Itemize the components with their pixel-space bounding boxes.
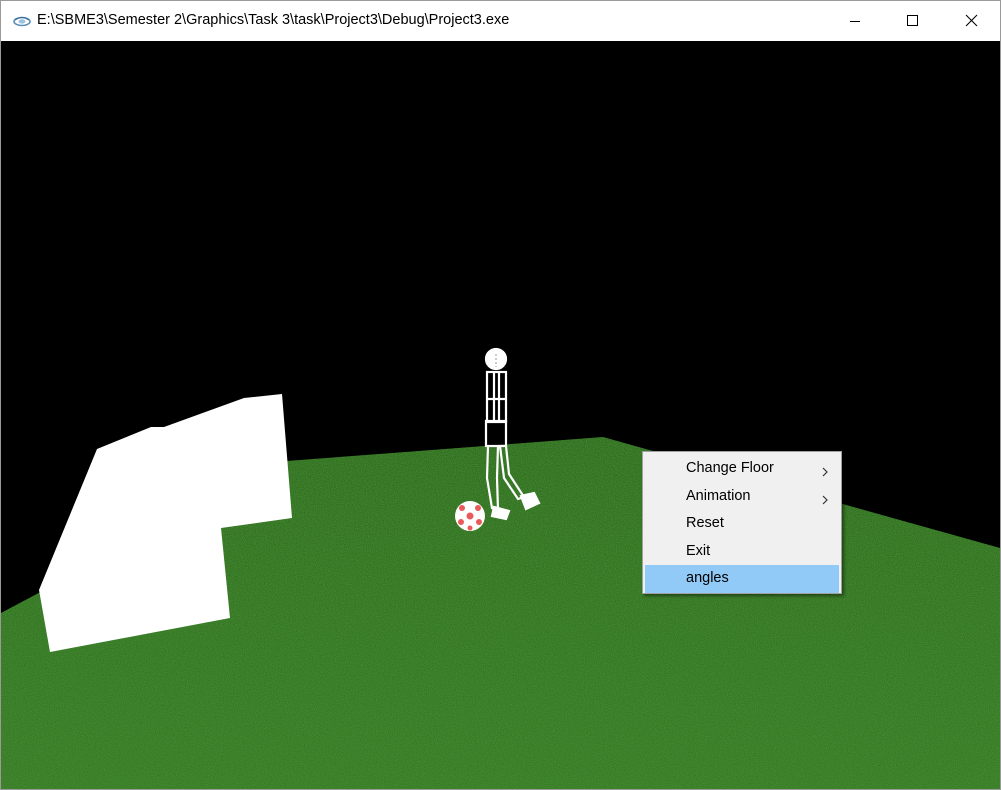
menu-item-exit[interactable]: Exit (645, 538, 839, 566)
maximize-button[interactable] (884, 1, 942, 41)
menu-item-change-floor[interactable]: Change Floor (645, 455, 839, 483)
menu-item-animation[interactable]: Animation (645, 483, 839, 511)
menu-item-label: Exit (686, 542, 711, 559)
minimize-button[interactable] (826, 1, 884, 41)
close-button[interactable] (942, 1, 1000, 41)
app-window: E:\SBME3\Semester 2\Graphics\Task 3\task… (0, 0, 1001, 790)
opengl-viewport[interactable] (1, 41, 1000, 789)
chevron-right-icon (821, 492, 829, 504)
window-title: E:\SBME3\Semester 2\Graphics\Task 3\task… (37, 12, 510, 28)
menu-item-reset[interactable]: Reset (645, 510, 839, 538)
menu-item-label: Reset (686, 515, 724, 531)
menu-item-label: Animation (686, 487, 751, 504)
menu-item-label: Change Floor (686, 460, 774, 476)
scene-canvas (1, 347, 1000, 789)
menu-item-label: angles (686, 570, 729, 586)
soccer-ball (455, 501, 485, 531)
title-bar[interactable]: E:\SBME3\Semester 2\Graphics\Task 3\task… (1, 1, 1000, 41)
menu-item-angles[interactable]: angles (645, 565, 839, 593)
opengl-app-icon (13, 12, 31, 30)
chevron-right-icon (821, 464, 829, 477)
context-menu: Change Floor Animation Reset Exit angles (642, 451, 842, 594)
